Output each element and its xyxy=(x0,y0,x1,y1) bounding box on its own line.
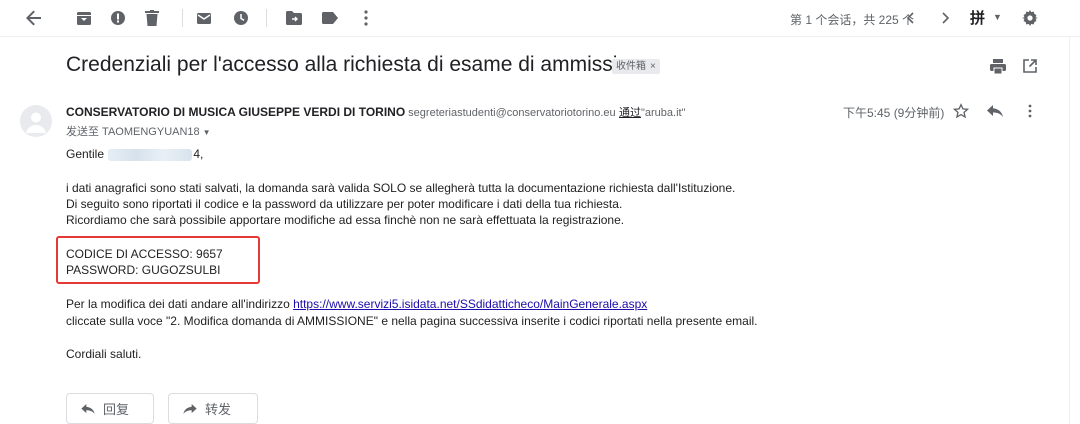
side-panel-rail xyxy=(1069,36,1080,424)
received-time: 下午5:45 (9分钟前) xyxy=(843,106,945,120)
body-paragraph-1: i dati anagrafici sono stati salvati, la… xyxy=(66,181,736,195)
sender-email: segreteriastudenti@conservatoriotorino.e… xyxy=(408,107,616,119)
input-method-button[interactable]: 拼 xyxy=(970,7,985,28)
sender-name[interactable]: CONSERVATORIO DI MUSICA GIUSEPPE VERDI D… xyxy=(66,105,405,119)
remove-label-icon[interactable]: × xyxy=(650,61,656,72)
body-paragraph-2: Di seguito sono riportati il codice e la… xyxy=(66,197,623,211)
forward-button[interactable]: 转发 xyxy=(168,393,258,424)
print-icon[interactable] xyxy=(988,56,1008,76)
inbox-label-text: 收件箱 xyxy=(616,61,646,72)
report-spam-icon[interactable] xyxy=(106,6,130,30)
conversation-counter: 第 1 个会话，共 225 个 xyxy=(790,13,915,27)
body-paragraph-3: Ricordiamo che sarà possibile apportare … xyxy=(66,213,625,227)
redacted-name xyxy=(108,148,193,161)
caret-down-icon[interactable]: ▼ xyxy=(203,128,211,137)
label-icon[interactable] xyxy=(318,6,342,30)
archive-icon[interactable] xyxy=(72,6,96,30)
closing-line: Cordiali saluti. xyxy=(66,347,142,361)
greeting-suffix: 4, xyxy=(193,147,204,161)
more-vert-icon[interactable] xyxy=(354,6,378,30)
recipient-text: 发送至 TAOMENGYUAN18 xyxy=(66,126,200,138)
snooze-clock-icon[interactable] xyxy=(229,6,253,30)
recipient-line[interactable]: 发送至 TAOMENGYUAN18 ▼ xyxy=(66,123,211,139)
open-new-window-icon[interactable] xyxy=(1020,56,1040,76)
instructions-line: cliccate sulla voce "2. Modifica domanda… xyxy=(66,314,758,328)
settings-gear-icon[interactable] xyxy=(1018,6,1042,30)
via-domain: "aruba.it" xyxy=(640,107,686,119)
greeting-line: Gentile 4, xyxy=(66,147,203,161)
chevron-left-icon[interactable] xyxy=(898,6,922,30)
via-link[interactable]: 通过 xyxy=(619,107,641,119)
modify-link[interactable]: https://www.servizi5.isidata.net/SSdidat… xyxy=(293,297,647,311)
forward-label: 转发 xyxy=(205,402,232,417)
delete-icon[interactable] xyxy=(140,6,164,30)
toolbar-divider xyxy=(182,9,183,27)
email-subject: Credenziali per l'accesso alla richiesta… xyxy=(66,53,653,76)
toolbar-divider xyxy=(266,9,267,27)
move-to-folder-icon[interactable] xyxy=(282,6,306,30)
sender-line: CONSERVATORIO DI MUSICA GIUSEPPE VERDI D… xyxy=(66,104,685,120)
reply-arrow-icon xyxy=(81,403,95,414)
mark-unread-icon[interactable] xyxy=(192,6,216,30)
reply-label: 回复 xyxy=(103,402,130,417)
greeting-prefix: Gentile xyxy=(66,147,105,161)
inbox-label-chip[interactable]: 收件箱 × xyxy=(612,59,660,74)
forward-arrow-icon xyxy=(183,403,197,414)
modify-line: Per la modifica dei dati andare all'indi… xyxy=(66,297,647,311)
modify-prefix: Per la modifica dei dati andare all'indi… xyxy=(66,297,290,311)
reply-button[interactable]: 回复 xyxy=(66,393,154,424)
access-password: PASSWORD: GUGOZSULBI xyxy=(66,263,221,277)
caret-down-icon[interactable]: ▼ xyxy=(993,12,1002,22)
more-vert-icon[interactable] xyxy=(1019,100,1041,122)
back-arrow-icon[interactable] xyxy=(22,6,46,30)
top-toolbar: 第 1 个会话，共 225 个 拼 ▼ xyxy=(0,0,1080,37)
reply-arrow-icon[interactable] xyxy=(984,100,1006,122)
star-icon[interactable] xyxy=(950,100,972,122)
chevron-right-icon[interactable] xyxy=(934,6,958,30)
sender-avatar xyxy=(20,105,52,137)
access-code: CODICE DI ACCESSO: 9657 xyxy=(66,247,223,261)
